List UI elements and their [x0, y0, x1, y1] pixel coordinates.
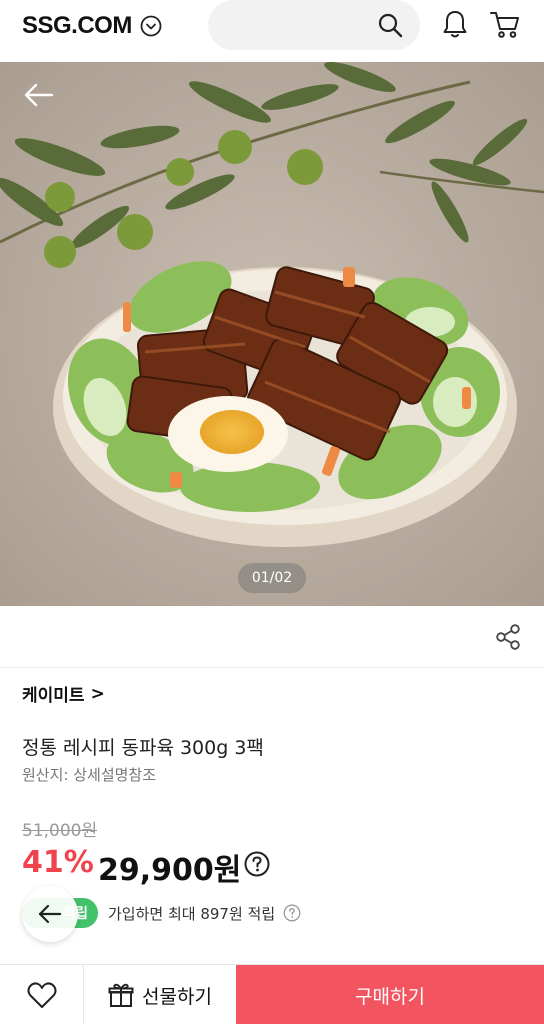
gift-button[interactable]: 선물하기 — [84, 965, 236, 1024]
original-price: 51,000원 — [22, 821, 98, 841]
search-icon[interactable] — [376, 11, 404, 39]
gift-icon — [108, 983, 134, 1007]
buy-button[interactable]: 구매하기 — [236, 965, 544, 1024]
bell-icon[interactable] — [440, 8, 470, 40]
buy-label: 구매하기 — [355, 985, 425, 1008]
site-logo[interactable]: SSG.COM — [22, 12, 162, 40]
share-icon[interactable] — [494, 623, 522, 651]
logo-text: SSG.COM — [22, 12, 132, 39]
brand-link[interactable]: 케이미트 > — [22, 681, 105, 707]
floating-back-button[interactable] — [22, 886, 78, 942]
heart-icon — [26, 982, 57, 1008]
chevron-down-icon[interactable] — [140, 15, 162, 37]
points-text: 가입하면 최대 897원 적립 — [108, 904, 276, 923]
gift-label: 선물하기 — [142, 985, 212, 1008]
bottom-action-bar: 선물하기 구매하기 — [0, 964, 544, 1024]
product-origin: 원산지: 상세설명참조 — [22, 766, 157, 784]
sale-price: 29,900원 — [98, 853, 242, 888]
brand-name: 케이미트 — [22, 686, 85, 706]
back-arrow-icon — [38, 904, 62, 924]
discount-rate: 41% — [22, 845, 94, 880]
like-button[interactable] — [0, 965, 84, 1024]
question-icon[interactable] — [244, 851, 270, 877]
top-header: SSG.COM — [0, 0, 544, 62]
question-icon[interactable] — [283, 904, 301, 922]
product-image[interactable] — [0, 62, 544, 606]
back-arrow-icon[interactable] — [22, 80, 56, 110]
cart-icon[interactable] — [488, 8, 522, 40]
food-photo — [0, 62, 544, 606]
product-title: 정통 레시피 동파육 300g 3팩 — [22, 737, 264, 759]
search-bar[interactable] — [208, 0, 420, 50]
share-row — [0, 606, 544, 668]
image-pager: 01/02 — [238, 563, 306, 593]
chevron-right-icon: > — [90, 683, 105, 704]
